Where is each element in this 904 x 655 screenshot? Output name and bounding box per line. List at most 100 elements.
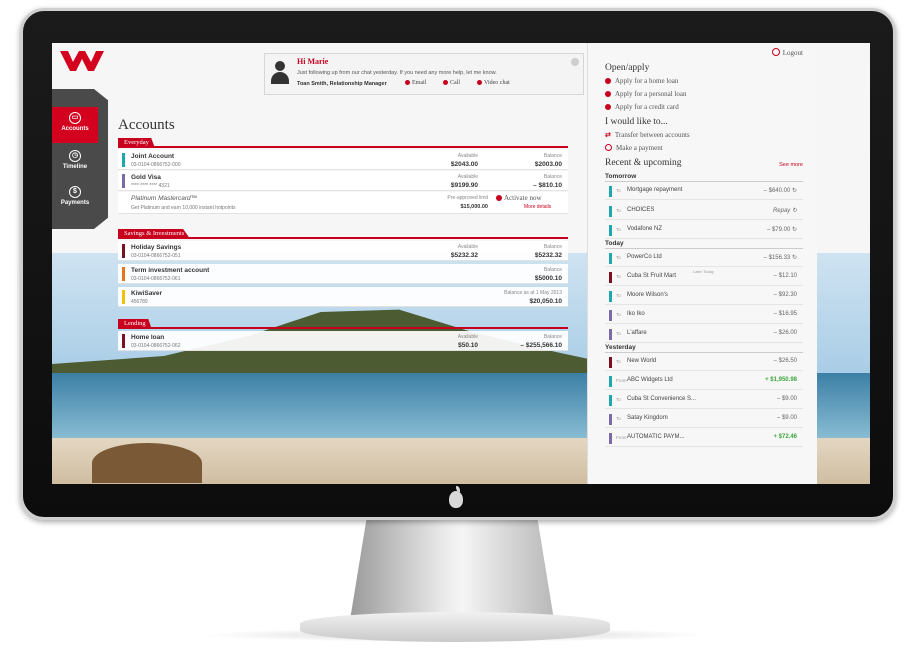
section-everyday: Everyday (118, 138, 568, 148)
transaction-row[interactable]: To Moore Wilson's – $92.30 (605, 288, 803, 305)
account-color-marker (122, 153, 125, 167)
transaction-row[interactable]: To Vodafone NZ – $79.00 ↻ (605, 222, 803, 239)
account-row-kiwisaver[interactable]: KiwiSaver 456789 Balance as at 1 May 201… (118, 287, 568, 307)
nav-accounts-label: Accounts (61, 126, 89, 132)
tx-amount: – $92.30 (773, 292, 797, 298)
later-today-note: Later Today (693, 269, 714, 274)
transaction-row[interactable]: To Cuba St Convenience S... – $9.00 (605, 392, 803, 409)
nav-timeline[interactable]: ◷ Timeline (52, 145, 98, 181)
tx-amount: Repay ↻ (772, 208, 797, 214)
payment-icon (605, 144, 612, 151)
transaction-row[interactable]: Later Today To Cuba St Fruit Mart – $12.10 (605, 269, 803, 286)
available-label: Available (457, 174, 478, 180)
account-row-home-loan[interactable]: Home loan 03-0104-0866752-062 Available … (118, 331, 568, 351)
logout-label: Logout (782, 49, 803, 57)
account-name: Holiday Savings (131, 244, 182, 251)
account-row-term-investment[interactable]: Term investment account 03-0104-0866752-… (118, 264, 568, 284)
link-label: Apply for a home loan (615, 77, 679, 85)
balance-value: $20,050.10 (529, 298, 562, 305)
available-value: $2043.00 (450, 161, 478, 168)
balance-label: Balance (543, 334, 562, 340)
link-label: Apply for a credit card (615, 103, 679, 111)
account-row-gold-visa[interactable]: Gold Visa **** **** **** 4321 Available … (118, 171, 568, 191)
tx-marker (609, 253, 612, 264)
recent-upcoming-heading: Recent & upcoming (605, 158, 682, 168)
video-icon (477, 80, 482, 85)
monitor-stand-neck (350, 520, 554, 620)
tx-amount: + $72.46 (773, 434, 797, 440)
tx-marker (609, 206, 612, 217)
account-color-marker (122, 174, 125, 188)
transaction-row[interactable]: To PowerCo Ltd – $156.33 ↻ (605, 250, 803, 267)
apply-home-loan-link[interactable]: Apply for a home loan (605, 77, 678, 85)
close-icon[interactable] (571, 58, 579, 66)
call-button[interactable]: Call (443, 80, 460, 86)
account-color-marker (122, 290, 125, 304)
apply-personal-loan-link[interactable]: Apply for a personal loan (605, 90, 687, 98)
account-number: 456789 (131, 299, 148, 305)
account-number: **** **** **** 4321 (131, 183, 170, 189)
transaction-row[interactable]: From ABC Widgets Ltd + $1,950.98 (605, 373, 803, 390)
nav-payments[interactable]: $ Payments (52, 181, 98, 217)
tx-marker (609, 376, 612, 387)
tx-amount: – $16.95 (773, 311, 797, 317)
make-payment-link[interactable]: Make a payment (605, 144, 663, 152)
activate-icon (496, 195, 502, 201)
tx-name: PowerCo Ltd (627, 254, 662, 260)
nav-accounts[interactable]: ▭ Accounts (52, 107, 98, 143)
account-color-marker (122, 267, 125, 281)
available-value: $5232.32 (450, 252, 478, 259)
open-apply-heading: Open/apply (605, 63, 650, 73)
transaction-row[interactable]: From AUTOMATIC PAYM... + $72.46 (605, 430, 803, 447)
tx-direction: From (616, 435, 627, 440)
transaction-row[interactable]: To Satay Kingdom – $9.00 (605, 411, 803, 428)
activate-label: Activate now (504, 194, 542, 202)
activate-now-button[interactable]: Activate now (496, 194, 542, 202)
account-color-marker (122, 244, 125, 258)
section-lending-label: Lending (118, 319, 152, 329)
account-row-holiday-savings[interactable]: Holiday Savings 03-0104-0866752-051 Avai… (118, 241, 568, 261)
apply-credit-card-link[interactable]: Apply for a credit card (605, 103, 679, 111)
email-button[interactable]: Email (405, 80, 426, 86)
tx-amount: – $9.00 (776, 396, 797, 402)
day-tomorrow: Tomorrow (605, 173, 803, 182)
day-yesterday: Yesterday (605, 344, 803, 353)
promo-description: Get Platinum and earn 10,000 instant hot… (131, 205, 236, 211)
page-title: Accounts (118, 117, 175, 133)
logout-button[interactable]: Logout (771, 48, 803, 57)
transaction-row[interactable]: To New World – $26.50 (605, 354, 803, 371)
account-name: Gold Visa (131, 174, 161, 181)
transaction-row[interactable]: To Mortgage repayment – $640.00 ↻ (605, 183, 803, 200)
tx-amount: – $12.10 (773, 273, 797, 279)
tx-amount: – $156.33 ↻ (763, 255, 797, 261)
tx-direction: To (616, 274, 621, 279)
tx-marker (609, 186, 612, 197)
available-label: Available (457, 244, 478, 250)
available-label: Available (457, 153, 478, 159)
right-panel: Logout Open/apply Apply for a home loan … (587, 43, 817, 484)
tx-direction: To (616, 293, 621, 298)
platinum-mastercard-promo[interactable]: Platinum Mastercard™ Get Platinum and ea… (118, 192, 568, 214)
account-row-joint[interactable]: Joint Account 03-0104-0866752-000 Availa… (118, 150, 568, 170)
video-chat-button[interactable]: Video chat (477, 80, 510, 86)
transaction-row[interactable]: To CHOICES Repay ↻ (605, 203, 803, 220)
westpac-logo-icon[interactable] (58, 47, 106, 75)
tx-name: Cuba St Convenience S... (627, 396, 697, 402)
power-icon (771, 48, 780, 56)
account-name: Joint Account (131, 153, 175, 160)
transaction-row[interactable]: To L'affare – $26.00 (605, 326, 803, 343)
payments-icon: $ (69, 186, 81, 198)
balance-label: Balance (543, 244, 562, 250)
account-name: Home loan (131, 334, 165, 341)
nav-timeline-label: Timeline (62, 164, 88, 170)
available-label: Available (457, 334, 478, 340)
manager-avatar-icon (271, 61, 289, 85)
transaction-row[interactable]: To Iko Iko – $16.95 (605, 307, 803, 324)
more-details-link[interactable]: More details (524, 204, 551, 210)
account-name: KiwiSaver (131, 290, 163, 297)
see-more-link[interactable]: See more (779, 162, 803, 168)
tx-amount: + $1,950.98 (765, 377, 797, 383)
balance-label: Balance (543, 153, 562, 159)
transfer-link[interactable]: ⇄ Transfer between accounts (605, 131, 690, 139)
tx-marker (609, 433, 612, 444)
